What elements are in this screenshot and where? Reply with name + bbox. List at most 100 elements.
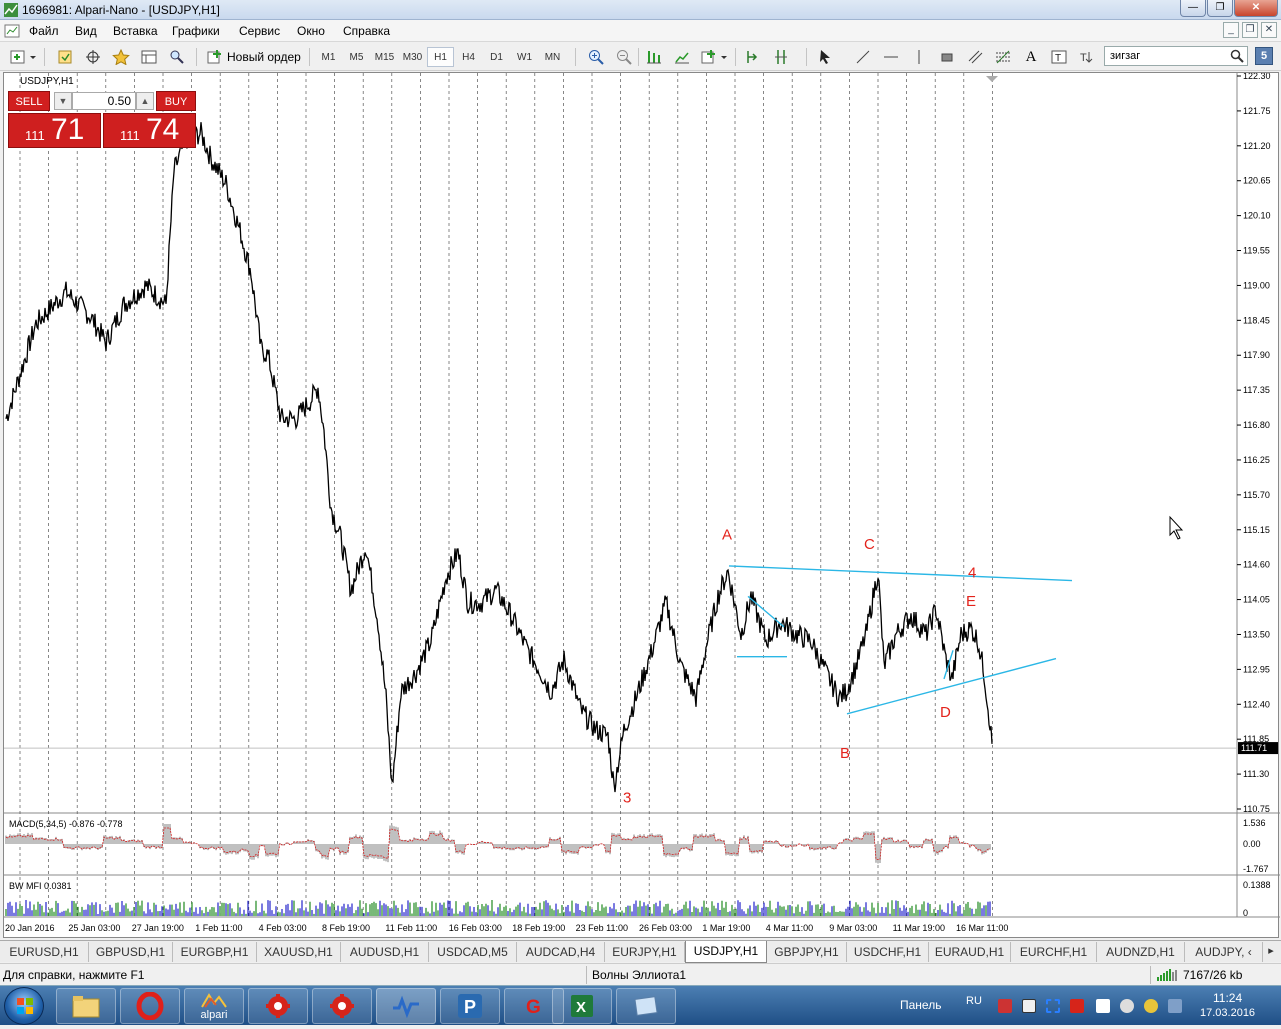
search-input[interactable] <box>1104 46 1248 66</box>
period-separators-icon[interactable] <box>770 47 792 67</box>
taskbar-app-red-2[interactable] <box>312 988 372 1024</box>
zoom-in-icon[interactable] <box>585 47 607 67</box>
timeframe-m5[interactable]: M5 <box>343 47 370 67</box>
text-label-icon[interactable]: T <box>1048 47 1070 67</box>
tab-gbpjpy[interactable]: GBPJPY,H1 <box>767 942 847 962</box>
tile-windows-icon[interactable] <box>643 47 665 67</box>
tab-xauusd[interactable]: XAUUSD,H1 <box>257 942 341 962</box>
clock-date[interactable]: 17.03.2016 <box>1200 1007 1255 1019</box>
timeframe-m1[interactable]: M1 <box>315 47 342 67</box>
chart-shift-marker[interactable] <box>986 76 998 82</box>
price-chart[interactable]: 122.30 121.75 121.20 120.65 120.10 119.55 119.… <box>4 73 1280 939</box>
menu-help[interactable]: Справка <box>343 24 390 38</box>
sell-button[interactable]: SELL <box>8 91 50 111</box>
taskbar-app-p[interactable]: P <box>440 988 500 1024</box>
zoom-out-icon[interactable] <box>613 47 635 67</box>
start-button[interactable] <box>4 987 44 1025</box>
tray-capture-icon[interactable] <box>1046 999 1060 1013</box>
tray-app-icon[interactable] <box>998 999 1012 1013</box>
tab-usdchf[interactable]: USDCHF,H1 <box>847 942 929 962</box>
tab-audusd[interactable]: AUDUSD,H1 <box>341 942 429 962</box>
lot-increase-button[interactable]: ▲ <box>136 92 154 110</box>
tab-audcad[interactable]: AUDCAD,H4 <box>517 942 605 962</box>
wave-label-e[interactable]: E <box>966 593 976 610</box>
taskbar-excel[interactable]: X <box>552 988 612 1024</box>
community-icon[interactable]: 5 <box>1255 47 1273 65</box>
tab-eurusd[interactable]: EURUSD,H1 <box>0 942 89 962</box>
sell-price[interactable]: 111 71 <box>8 113 101 148</box>
tray-power-icon[interactable] <box>1144 999 1158 1013</box>
tab-eurjpy[interactable]: EURJPY,H1 <box>605 942 685 962</box>
tab-euraud[interactable]: EURAUD,H1 <box>929 942 1011 962</box>
timeframe-h1[interactable]: H1 <box>427 47 454 67</box>
tab-eurchf[interactable]: EURCHF,H1 <box>1011 942 1097 962</box>
tray-clock-icon[interactable] <box>1120 999 1134 1013</box>
search-icon[interactable] <box>1230 49 1244 63</box>
lot-size-input[interactable]: 0.50 <box>72 92 136 110</box>
timeframe-mn[interactable]: MN <box>539 47 566 67</box>
auto-scroll-icon[interactable] <box>671 47 693 67</box>
taskbar-opera[interactable] <box>120 988 180 1024</box>
wave-label-b[interactable]: B <box>840 745 850 762</box>
indicators-icon[interactable] <box>699 47 731 67</box>
profiles-icon[interactable] <box>54 47 76 67</box>
tray-volume-icon[interactable] <box>1168 999 1182 1013</box>
tab-usdcad[interactable]: USDCAD,M5 <box>429 942 517 962</box>
tab-gbpusd[interactable]: GBPUSD,H1 <box>89 942 173 962</box>
close-button[interactable]: ✕ <box>1234 0 1278 17</box>
text-tool-icon[interactable]: A <box>1020 47 1042 67</box>
lot-decrease-button[interactable]: ▼ <box>54 92 72 110</box>
menu-window[interactable]: Окно <box>297 24 325 38</box>
tabs-scroll-right-icon[interactable]: ▸ <box>1263 944 1279 960</box>
menu-charts[interactable]: Графики <box>172 24 220 38</box>
crosshair-icon[interactable] <box>82 47 104 67</box>
taskbar-app-window[interactable] <box>616 988 676 1024</box>
timeframe-m30[interactable]: M30 <box>399 47 426 67</box>
chart-window[interactable]: 122.30 121.75 121.20 120.65 120.10 119.55 119.… <box>3 72 1280 939</box>
restore-button[interactable]: ❐ <box>1207 0 1233 17</box>
buy-button[interactable]: BUY <box>156 91 196 111</box>
timeframe-d1[interactable]: D1 <box>483 47 510 67</box>
taskbar-app-chart[interactable] <box>376 988 436 1024</box>
timeframe-h4[interactable]: H4 <box>455 47 482 67</box>
menu-file[interactable]: Файл <box>29 24 59 38</box>
cursor-icon[interactable] <box>814 47 836 67</box>
wave-label-3[interactable]: 3 <box>623 790 631 807</box>
menu-insert[interactable]: Вставка <box>113 24 158 38</box>
wave-label-4[interactable]: 4 <box>968 564 976 581</box>
wave-label-c[interactable]: C <box>864 536 875 553</box>
tray-g-icon[interactable] <box>1070 999 1084 1013</box>
tab-usdjpy[interactable]: USDJPY,H1 <box>685 941 767 963</box>
arrows-icon[interactable]: T <box>1076 47 1098 67</box>
terminal-icon[interactable] <box>138 47 160 67</box>
trendline-1[interactable] <box>728 565 1073 582</box>
taskbar-panel-label[interactable]: Панель <box>900 998 941 1012</box>
wave-label-a[interactable]: A <box>722 526 732 543</box>
menu-tools[interactable]: Сервис <box>239 24 280 38</box>
chart-shift-icon[interactable] <box>742 47 764 67</box>
trendline-4[interactable] <box>747 595 785 628</box>
trendline-icon[interactable] <box>852 47 874 67</box>
taskbar-app-red-1[interactable] <box>248 988 308 1024</box>
vertical-line-icon[interactable] <box>908 47 930 67</box>
channel-icon[interactable] <box>964 47 986 67</box>
minimize-button[interactable]: — <box>1180 0 1206 17</box>
clock-time[interactable]: 11:24 <box>1213 991 1242 1005</box>
chart-minimize-button[interactable]: _ <box>1223 22 1239 38</box>
language-indicator[interactable]: RU <box>966 995 982 1007</box>
navigator-icon[interactable] <box>110 47 132 67</box>
tray-flag-icon[interactable] <box>1096 999 1110 1013</box>
rectangle-icon[interactable] <box>936 47 958 67</box>
horizontal-line-icon[interactable] <box>880 47 902 67</box>
timeframe-w1[interactable]: W1 <box>511 47 538 67</box>
chart-close-button[interactable]: ✕ <box>1261 22 1277 38</box>
wave-label-d[interactable]: D <box>940 704 951 721</box>
new-order-button[interactable]: Новый ордер <box>203 46 305 68</box>
fibonacci-icon[interactable] <box>992 47 1014 67</box>
tab-eurgbp[interactable]: EURGBP,H1 <box>173 942 257 962</box>
tab-audjpy[interactable]: AUDJPY, ‹ <box>1185 942 1263 962</box>
new-chart-icon[interactable] <box>8 47 40 67</box>
menu-view[interactable]: Вид <box>75 24 97 38</box>
buy-price[interactable]: 111 74 <box>103 113 196 148</box>
taskbar-explorer[interactable] <box>56 988 116 1024</box>
